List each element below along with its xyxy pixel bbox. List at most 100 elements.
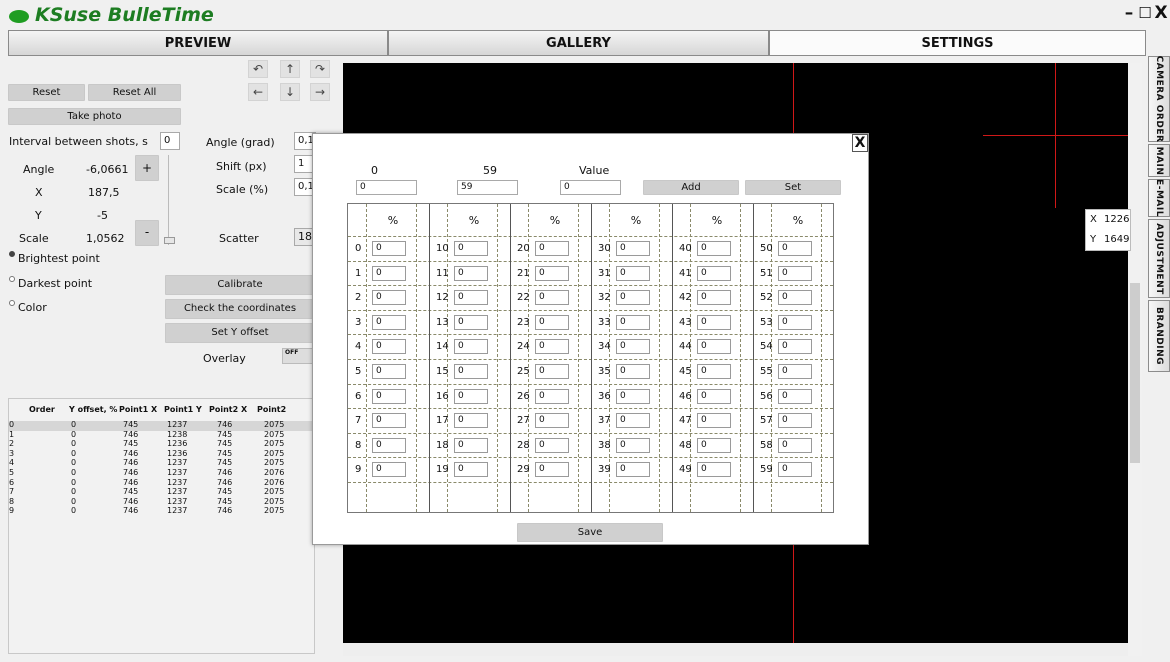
tab-preview[interactable]: PREVIEW [8,30,388,56]
offset-value-input[interactable]: 0 [697,437,731,453]
offset-value-input[interactable]: 0 [697,339,731,355]
offset-value-input[interactable]: 0 [697,314,731,330]
offset-value-input[interactable]: 0 [372,462,406,478]
column-header[interactable]: Y offset, % [69,405,117,414]
add-button[interactable]: Add [643,180,739,195]
offset-value-input[interactable]: 0 [535,290,569,306]
move-left-button[interactable]: ← [248,83,268,101]
offset-value-input[interactable]: 0 [778,339,812,355]
offset-value-input[interactable]: 0 [535,413,569,429]
offset-value-input[interactable]: 0 [372,241,406,256]
offset-value-input[interactable]: 0 [616,265,650,281]
scale-slider-thumb[interactable] [164,237,175,244]
brightest-radio[interactable] [9,251,15,257]
table-row[interactable]: 9 0 746 1237 746 2075 [9,506,314,517]
offset-value-input[interactable]: 0 [778,290,812,306]
close-button[interactable]: X [1153,3,1169,24]
side-tab-main[interactable]: MAIN [1148,144,1170,177]
offset-value-input[interactable]: 0 [454,437,488,453]
offset-value-input[interactable]: 0 [454,290,488,306]
offset-value-input[interactable]: 0 [535,364,569,379]
offset-value-input[interactable]: 0 [778,388,812,404]
offset-value-input[interactable]: 0 [616,290,650,306]
offset-value-input[interactable]: 0 [535,437,569,453]
check-coordinates-button[interactable]: Check the coordinates [165,299,315,319]
reset-all-button[interactable]: Reset All [88,84,181,101]
offset-value-input[interactable]: 0 [616,314,650,330]
side-tab-camera-order[interactable]: CAMERA ORDER [1148,56,1170,142]
tab-settings[interactable]: SETTINGS [769,30,1146,56]
dialog-close-button[interactable]: X [852,134,868,152]
offset-value-input[interactable]: 0 [454,364,488,379]
side-tab-branding[interactable]: BRANDING [1148,300,1170,372]
range-from-input[interactable]: 0 [356,180,417,195]
offset-value-input[interactable]: 0 [454,339,488,355]
offset-value-input[interactable]: 0 [697,265,731,281]
offset-value-input[interactable]: 0 [697,388,731,404]
offset-value-input[interactable]: 0 [616,462,650,478]
offset-value-input[interactable]: 0 [778,413,812,429]
reset-button[interactable]: Reset [8,84,85,101]
offset-value-input[interactable]: 0 [454,241,488,256]
column-header[interactable]: Point2 [257,405,286,414]
offset-value-input[interactable]: 0 [616,364,650,379]
vertical-scrollbar[interactable] [1128,63,1142,656]
offset-value-input[interactable]: 0 [778,314,812,330]
column-header[interactable]: Point2 X [209,405,247,414]
offset-value-input[interactable]: 0 [372,265,406,281]
move-up-button[interactable]: ↑ [280,60,300,78]
offset-value-input[interactable]: 0 [616,437,650,453]
offset-value-input[interactable]: 0 [535,265,569,281]
column-header[interactable]: Point1 X [119,405,157,414]
offset-value-input[interactable]: 0 [778,241,812,256]
offset-value-input[interactable]: 0 [697,364,731,379]
side-tab-adjustment[interactable]: ADJUSTMENT [1148,219,1170,298]
offset-value-input[interactable]: 0 [616,241,650,256]
offset-value-input[interactable]: 0 [616,339,650,355]
offset-value-input[interactable]: 0 [454,314,488,330]
offset-value-input[interactable]: 0 [372,364,406,379]
tab-gallery[interactable]: GALLERY [388,30,769,56]
range-to-input[interactable]: 59 [457,180,518,195]
rotate-right-button[interactable]: ↷ [310,60,330,78]
move-down-button[interactable]: ↓ [280,83,300,101]
plus-button[interactable]: + [135,155,159,181]
column-header[interactable]: Order [29,405,55,414]
move-right-button[interactable]: → [310,83,330,101]
scrollbar-thumb[interactable] [1130,283,1140,463]
darkest-radio[interactable] [9,276,15,282]
offset-value-input[interactable]: 0 [372,413,406,429]
horizontal-scrollbar[interactable] [343,643,1128,656]
maximize-button[interactable]: ☐ [1137,3,1153,24]
offset-value-input[interactable]: 0 [697,413,731,429]
offset-value-input[interactable]: 0 [535,462,569,478]
value-input[interactable]: 0 [560,180,621,195]
offset-value-input[interactable]: 0 [697,241,731,256]
offset-value-input[interactable]: 0 [697,462,731,478]
offset-value-input[interactable]: 0 [535,314,569,330]
overlay-toggle[interactable]: OFF [282,348,316,364]
calibrate-button[interactable]: Calibrate [165,275,315,295]
offset-value-input[interactable]: 0 [778,364,812,379]
minimize-button[interactable]: – [1121,3,1137,24]
offset-value-input[interactable]: 0 [778,437,812,453]
offset-value-input[interactable]: 0 [372,437,406,453]
offset-value-input[interactable]: 0 [616,413,650,429]
offset-value-input[interactable]: 0 [697,290,731,306]
offset-value-input[interactable]: 0 [616,388,650,404]
offset-value-input[interactable]: 0 [372,290,406,306]
offset-value-input[interactable]: 0 [454,462,488,478]
set-y-offset-button[interactable]: Set Y offset [165,323,315,343]
offset-value-input[interactable]: 0 [778,462,812,478]
offset-value-input[interactable]: 0 [454,265,488,281]
set-button[interactable]: Set [745,180,841,195]
side-tab-e-mail[interactable]: E-MAIL [1148,179,1170,217]
offset-value-input[interactable]: 0 [372,388,406,404]
offset-value-input[interactable]: 0 [454,413,488,429]
interval-input[interactable]: 0 [160,132,180,150]
offset-value-input[interactable]: 0 [372,314,406,330]
offset-value-input[interactable]: 0 [454,388,488,404]
column-header[interactable]: Point1 Y [164,405,202,414]
minus-button[interactable]: - [135,220,159,246]
offset-value-input[interactable]: 0 [535,241,569,256]
